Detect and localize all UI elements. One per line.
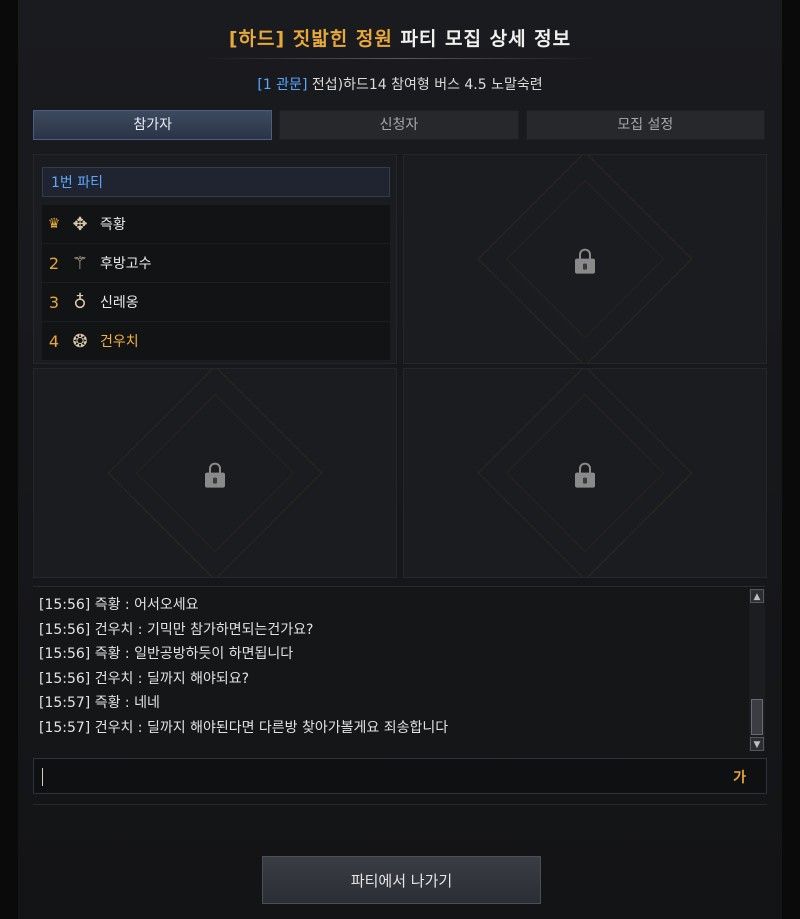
scroll-down-icon[interactable]: ▼ — [750, 737, 764, 751]
lock-icon — [205, 462, 225, 489]
frame-left-edge — [0, 0, 18, 919]
raid-name: [하드] 짓밟힌 정원 — [228, 28, 393, 50]
tab-participants[interactable]: 참가자 — [33, 110, 273, 140]
class-emblem-icon: ✥ — [72, 213, 88, 235]
gate-tag: [1 관문] — [257, 77, 308, 93]
party-slot-locked — [33, 368, 397, 578]
member-row[interactable]: 2 ⚚ 후방고수 — [42, 244, 390, 283]
tab-bar: 참가자 신청자 모집 설정 — [33, 110, 765, 140]
member-slot-number: 2 — [48, 253, 60, 273]
member-name-self: 건우치 — [100, 334, 139, 350]
chat-scrollbar[interactable]: ▲ ▼ — [749, 589, 765, 751]
chat-log[interactable]: [15:56] 즉황 : 어서오세요 [15:56] 건우치 : 기믹만 참가하… — [33, 586, 765, 755]
class-emblem-icon: ♁ — [73, 291, 87, 313]
tab-recruit-settings[interactable]: 모집 설정 — [525, 110, 765, 140]
scroll-thumb[interactable] — [751, 699, 763, 735]
member-slot-number: 3 — [48, 292, 60, 312]
party-slot-1: 1번 파티 ♛ ✥ 즉황 2 ⚚ 후방고수 3 ♁ 신레옹 4 ❂ 건우치 — [33, 154, 397, 364]
chat-message: [15:57] 건우치 : 딜까지 해야된다면 다른방 찾아가볼게요 죄송합니다 — [39, 719, 449, 736]
member-name: 즉황 — [100, 217, 126, 233]
lock-icon — [575, 462, 595, 489]
party-slot-locked — [403, 154, 767, 364]
chat-message: [15:56] 건우치 : 딜까지 해야되요? — [39, 670, 250, 687]
lock-icon — [575, 248, 595, 275]
chat-message: [15:56] 건우치 : 기믹만 참가하면되는건가요? — [39, 621, 314, 638]
member-row[interactable]: 4 ❂ 건우치 — [42, 322, 390, 361]
class-emblem-icon: ❂ — [72, 330, 88, 352]
text-caret — [42, 768, 43, 786]
frame-right-edge — [782, 0, 800, 919]
page-title: [하드] 짓밟힌 정원 파티 모집 상세 정보 — [0, 24, 800, 51]
chat-lines: [15:56] 즉황 : 어서오세요 [15:56] 건우치 : 기믹만 참가하… — [39, 593, 739, 740]
member-name: 신레옹 — [100, 295, 139, 311]
chat-message: [15:56] 즉황 : 일반공방하듯이 하면됩니다 — [39, 646, 294, 662]
chat-message: [15:56] 즉황 : 어서오세요 — [39, 597, 199, 613]
title-suffix: 파티 모집 상세 정보 — [392, 28, 572, 50]
leave-party-button[interactable]: 파티에서 나가기 — [262, 856, 541, 904]
footer-divider — [33, 804, 767, 805]
class-emblem-icon: ⚚ — [71, 252, 89, 274]
party-slot-locked — [403, 368, 767, 578]
recruit-subtitle: [1 관문] 전섭)하드14 참여형 버스 4.5 노말숙련 — [0, 74, 800, 94]
member-name: 후방고수 — [100, 256, 152, 272]
recruit-description: 전섭)하드14 참여형 버스 4.5 노말숙련 — [307, 77, 543, 93]
scroll-up-icon[interactable]: ▲ — [750, 589, 764, 603]
member-list: ♛ ✥ 즉황 2 ⚚ 후방고수 3 ♁ 신레옹 4 ❂ 건우치 — [42, 205, 390, 361]
member-slot-number: 4 — [48, 331, 60, 351]
leader-crown-icon: ♛ — [47, 216, 61, 232]
ime-indicator[interactable]: 가 — [733, 767, 746, 787]
tab-applicants[interactable]: 신청자 — [279, 110, 519, 140]
title-divider — [200, 58, 600, 59]
member-row[interactable]: ♛ ✥ 즉황 — [42, 205, 390, 244]
party-label: 1번 파티 — [42, 167, 390, 197]
member-row[interactable]: 3 ♁ 신레옹 — [42, 283, 390, 322]
chat-message: [15:57] 즉황 : 네네 — [39, 695, 160, 711]
party-grid: 1번 파티 ♛ ✥ 즉황 2 ⚚ 후방고수 3 ♁ 신레옹 4 ❂ 건우치 — [33, 154, 768, 578]
chat-input[interactable]: 가 — [33, 758, 767, 794]
